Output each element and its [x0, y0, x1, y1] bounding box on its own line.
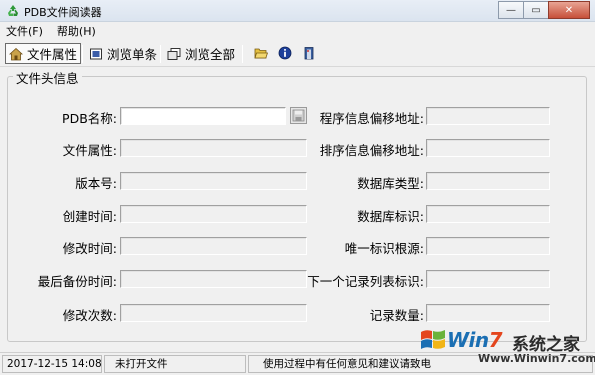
recycle-app-icon	[8, 5, 18, 16]
single-record-icon	[90, 48, 102, 59]
database-id-field	[426, 205, 550, 223]
database-type-label: 数据库类型:	[357, 176, 424, 191]
watermark-url: Www.Winwin7.com	[478, 352, 595, 365]
app-info-offset-label: 程序信息偏移地址:	[319, 111, 424, 126]
save-disk-icon	[292, 109, 305, 122]
house-icon	[9, 47, 23, 60]
modified-time-field	[120, 237, 307, 255]
created-time-label: 创建时间:	[62, 209, 117, 224]
menu-bar: 文件(F) 帮助(H)	[0, 22, 595, 39]
watermark-logo: Win7	[447, 328, 503, 352]
window-title: PDB文件阅读器	[24, 6, 102, 19]
record-count-label: 记录数量:	[369, 308, 424, 323]
next-record-list-id-label: 下一个记录列表标识:	[307, 274, 424, 289]
group-title: 文件头信息	[13, 68, 82, 87]
sort-info-offset-field	[426, 139, 550, 157]
menu-file[interactable]: 文件(F)	[6, 23, 43, 39]
browse-single-label: 浏览单条	[107, 47, 158, 62]
sort-info-offset-label: 排序信息偏移地址:	[319, 143, 424, 158]
modified-time-label: 修改时间:	[62, 241, 117, 256]
unique-id-seed-label: 唯一标识根源:	[344, 241, 424, 256]
file-attribute-field	[120, 139, 307, 157]
created-time-field	[120, 205, 307, 223]
browse-single-button[interactable]: 浏览单条	[86, 43, 160, 64]
status-file-state: 未打开文件	[104, 355, 246, 373]
open-folder-icon[interactable]	[254, 46, 268, 60]
record-count-field	[426, 304, 550, 322]
info-icon[interactable]	[278, 46, 292, 60]
modification-count-field	[120, 304, 307, 322]
browse-pdb-button[interactable]	[290, 107, 307, 124]
file-properties-label: 文件属性	[27, 47, 78, 62]
toolbar: 文件属性 浏览单条 浏览全部	[0, 40, 595, 67]
last-backup-time-field	[120, 270, 307, 288]
close-button[interactable]: ✕	[548, 1, 590, 19]
version-field	[120, 172, 307, 190]
status-datetime: 2017-12-15 14:08:55	[2, 355, 102, 373]
next-record-list-id-field	[426, 270, 550, 288]
app-info-offset-field	[426, 107, 550, 125]
minimize-button[interactable]: —	[498, 1, 524, 19]
file-properties-button[interactable]: 文件属性	[5, 43, 82, 64]
unique-id-seed-field	[426, 237, 550, 255]
menu-help[interactable]: 帮助(H)	[57, 23, 96, 39]
pdb-name-label: PDB名称:	[62, 111, 117, 126]
multiple-records-icon	[167, 47, 181, 60]
file-attribute-label: 文件属性:	[62, 143, 117, 158]
pdb-name-field[interactable]	[120, 107, 286, 125]
browse-all-button[interactable]: 浏览全部	[164, 43, 238, 64]
database-id-label: 数据库标识:	[357, 209, 424, 224]
maximize-button[interactable]: ▭	[523, 1, 549, 19]
modification-count-label: 修改次数:	[62, 308, 117, 323]
exit-icon[interactable]	[302, 46, 316, 60]
last-backup-time-label: 最后备份时间:	[37, 274, 117, 289]
database-type-field	[426, 172, 550, 190]
title-bar[interactable]: PDB文件阅读器 — ▭ ✕	[0, 0, 595, 22]
windows-flag-logo	[421, 330, 445, 349]
version-label: 版本号:	[75, 176, 117, 191]
browse-all-label: 浏览全部	[185, 47, 236, 62]
